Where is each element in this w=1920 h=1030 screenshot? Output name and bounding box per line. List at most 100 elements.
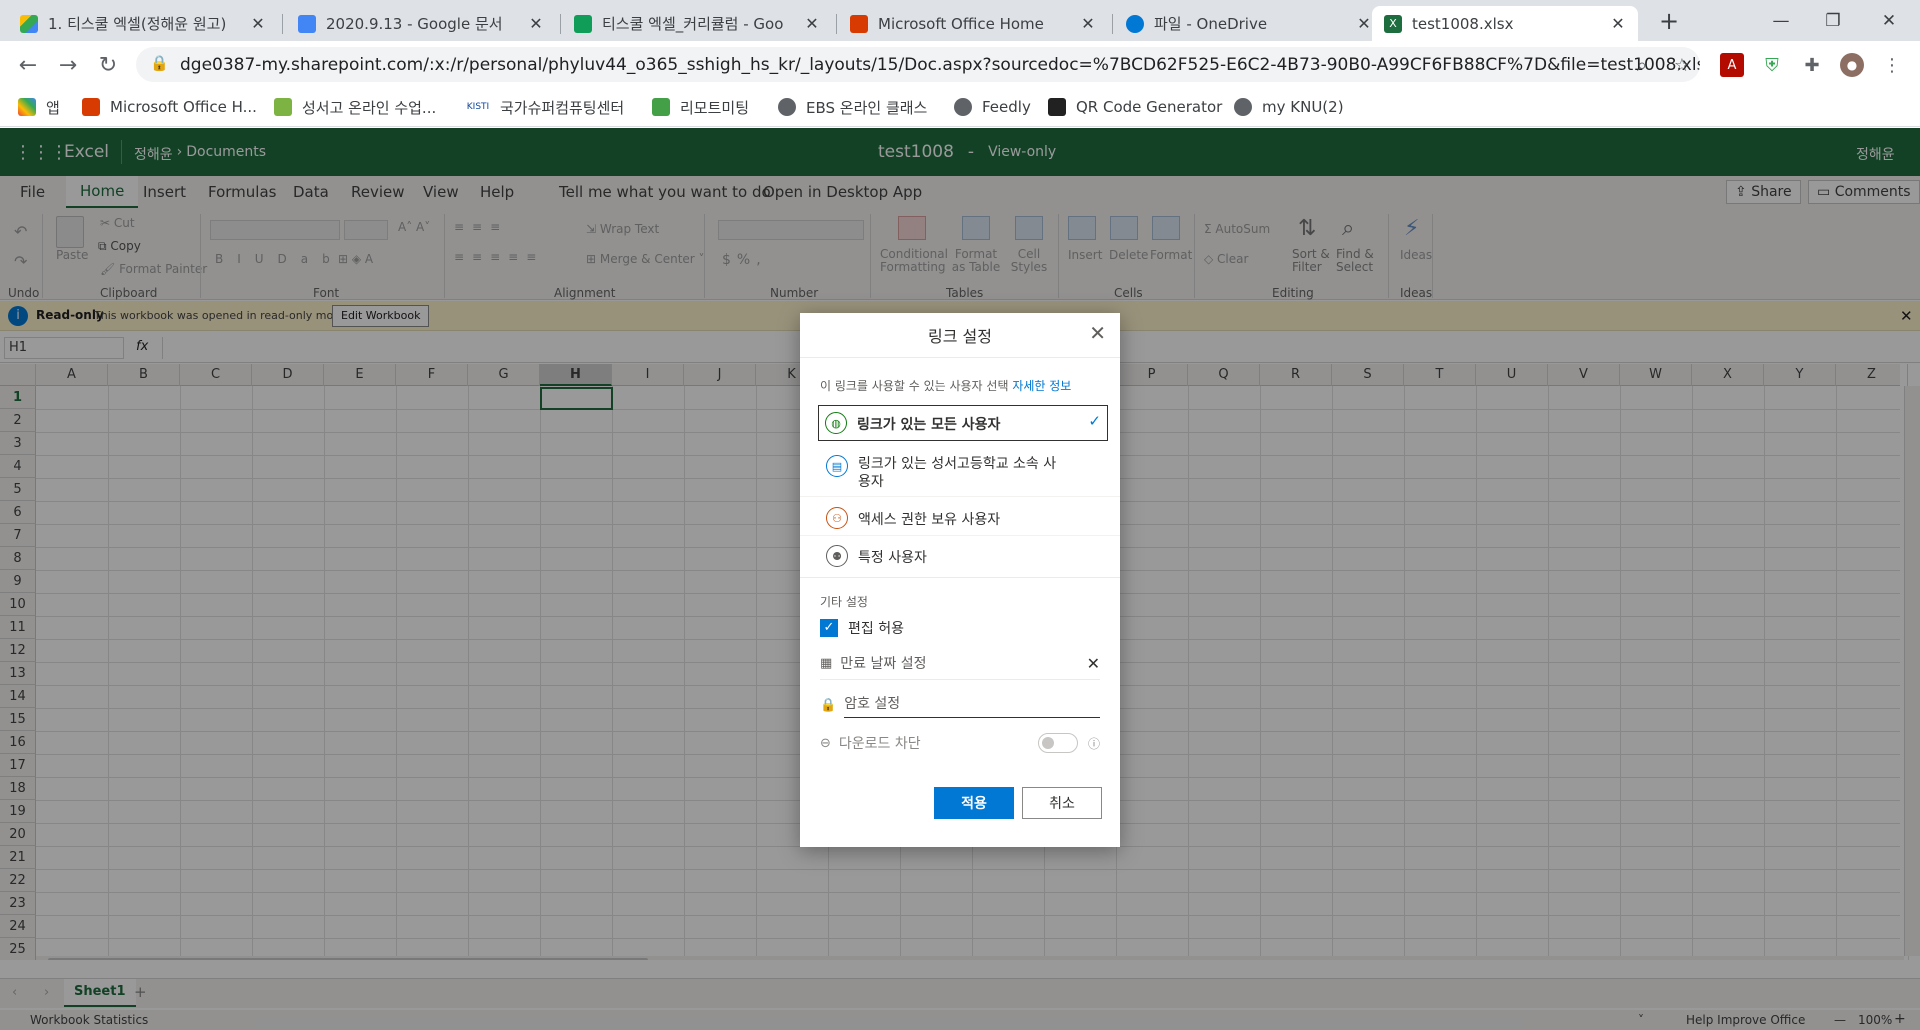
lock-icon: 🔒	[820, 698, 837, 713]
prompt-text: 이 링크를 사용할 수 있는 사용자 선택	[820, 379, 1009, 393]
url-field[interactable]: 🔒 dge0387-my.sharepoint.com/:x:/r/person…	[136, 47, 1700, 82]
apps-icon	[18, 98, 36, 116]
excel-icon: X	[1384, 14, 1402, 33]
bookmark-label: EBS 온라인 클래스	[806, 98, 928, 117]
password-row: 🔒 암호 설정	[820, 693, 1100, 718]
checkbox-checked-icon: ✓	[820, 619, 838, 637]
avatar[interactable]: ●	[1840, 53, 1864, 77]
globe-icon	[954, 98, 972, 116]
bookmark-remote[interactable]: 리모트미팅	[652, 94, 749, 120]
allow-edit-label: 편집 허용	[848, 621, 904, 637]
cancel-button[interactable]: 취소	[1022, 787, 1102, 819]
bookmark-label: 앱	[46, 98, 60, 117]
browser-tab[interactable]: 2020.9.13 - Google 문서 ✕	[286, 6, 556, 41]
menu-icon[interactable]: ⋮	[1880, 53, 1904, 77]
tab-title: 티스쿨 엑셀_커리큘럼 - Goo	[602, 15, 784, 33]
learn-more-link[interactable]: 자세한 정보	[1012, 379, 1071, 393]
kisti-icon: KISTI	[466, 98, 490, 116]
browser-tab[interactable]: 티스쿨 엑셀_커리큘럼 - Goo ✕	[562, 6, 832, 41]
bookmark-sungseo[interactable]: 성서고 온라인 수업...	[274, 94, 436, 120]
clear-date-icon[interactable]: ✕	[1087, 654, 1100, 673]
close-icon[interactable]: ✕	[250, 14, 266, 33]
close-icon[interactable]: ✕	[1089, 321, 1106, 345]
url-text: dge0387-my.sharepoint.com/:x:/r/personal…	[180, 54, 1700, 75]
close-icon[interactable]: ✕	[528, 14, 544, 33]
tab-title: 1. 티스쿨 엑셀(정해윤 원고)	[48, 15, 227, 33]
browser-tab[interactable]: 1. 티스쿨 엑셀(정해윤 원고) ✕	[8, 6, 278, 41]
other-settings-label: 기타 설정	[820, 595, 868, 609]
bookmark-label: 국가슈퍼컴퓨팅센터	[500, 98, 625, 117]
bookmark-label: 성서고 온라인 수업...	[302, 98, 437, 117]
star-icon[interactable]: ☆	[1670, 53, 1694, 77]
info-icon[interactable]: ⓘ	[1088, 735, 1100, 752]
block-download-label: 다운로드 차단	[838, 736, 921, 752]
close-icon[interactable]: ✕	[804, 14, 820, 33]
browser-tab-bar: 1. 티스쿨 엑셀(정해윤 원고) ✕ 2020.9.13 - Google 문…	[0, 0, 1920, 41]
dialog-title: 링크 설정	[928, 327, 992, 346]
shield-icon[interactable]: ⛨	[1760, 53, 1784, 77]
calendar-icon: ▦	[820, 655, 833, 671]
office-icon	[850, 14, 868, 33]
expiry-date-field[interactable]: ▦ 만료 날짜 설정 ✕	[820, 653, 1100, 680]
close-icon[interactable]: ✕	[1356, 14, 1372, 33]
globe-icon: ◍	[825, 412, 847, 434]
person-icon: ⚉	[826, 545, 848, 567]
globe-icon	[1234, 98, 1252, 116]
block-download-toggle[interactable]	[1037, 733, 1078, 753]
google-sheets-icon	[574, 14, 592, 33]
option-specific-people[interactable]: ⚉ 특정 사용자	[820, 539, 1108, 573]
tab-title: 파일 - OneDrive	[1154, 15, 1268, 33]
restore-button[interactable]: ❐	[1808, 0, 1858, 41]
browser-tab-active[interactable]: X test1008.xlsx ✕	[1372, 6, 1638, 41]
link-settings-dialog: 링크 설정 ✕ 이 링크를 사용할 수 있는 사용자 선택 자세한 정보 ◍ 링…	[800, 313, 1120, 847]
onedrive-icon	[1126, 14, 1144, 33]
option-existing-access[interactable]: ⚇ 액세스 권한 보유 사용자	[820, 501, 1108, 535]
google-docs-icon	[298, 14, 316, 33]
zoom-icon[interactable]: ⌕	[1630, 53, 1654, 77]
bookmark-kisti[interactable]: KISTI 국가슈퍼컴퓨팅센터	[466, 94, 624, 120]
close-icon[interactable]: ✕	[1080, 14, 1096, 33]
allow-edit-checkbox[interactable]: ✓ 편집 허용	[820, 618, 904, 638]
address-bar: ← → ↻ 🔒 dge0387-my.sharepoint.com/:x:/r/…	[0, 41, 1920, 88]
forward-icon[interactable]: →	[52, 49, 84, 81]
building-icon: ▤	[826, 455, 848, 477]
reload-icon[interactable]: ↻	[92, 49, 124, 81]
option-label: 액세스 권한 보유 사용자	[858, 512, 1001, 528]
lock-icon: 🔒	[150, 54, 169, 72]
bookmark-apps[interactable]: 앱	[18, 94, 60, 120]
remote-meeting-icon	[652, 98, 670, 116]
bookmark-qr[interactable]: QR Code Generator	[1048, 94, 1222, 120]
acrobat-icon[interactable]: A	[1720, 53, 1744, 77]
expiry-label: 만료 날짜 설정	[840, 656, 927, 672]
bookmark-ebs[interactable]: EBS 온라인 클래스	[778, 94, 927, 120]
bookmark-label: Feedly	[982, 98, 1031, 116]
browser-tab[interactable]: Microsoft Office Home ✕	[838, 6, 1108, 41]
back-icon[interactable]: ←	[12, 49, 44, 81]
bookmark-feedly[interactable]: Feedly	[954, 94, 1031, 120]
bookmark-label: 리모트미팅	[680, 98, 750, 117]
close-window-button[interactable]: ✕	[1864, 0, 1914, 41]
close-icon[interactable]: ✕	[1610, 14, 1626, 33]
password-field[interactable]: 암호 설정	[844, 693, 1100, 718]
option-label: 링크가 있는 성서고등학교 소속 사용자	[858, 456, 1057, 490]
office-icon	[82, 98, 100, 116]
browser-tab[interactable]: 파일 - OneDrive ✕	[1114, 6, 1384, 41]
tab-title: 2020.9.13 - Google 문서	[326, 15, 503, 33]
bookmark-office[interactable]: Microsoft Office H...	[82, 94, 257, 120]
bookmark-label: QR Code Generator	[1076, 98, 1223, 116]
block-icon: ⊖	[820, 735, 831, 751]
extensions-icon[interactable]: ✚	[1800, 53, 1824, 77]
globe-icon	[778, 98, 796, 116]
qr-icon	[1048, 98, 1066, 116]
apply-button[interactable]: 적용	[934, 787, 1014, 819]
tab-title: Microsoft Office Home	[878, 14, 1044, 33]
option-organization[interactable]: ▤ 링크가 있는 성서고등학교 소속 사용자	[820, 449, 1108, 497]
minimize-button[interactable]: —	[1756, 0, 1806, 41]
option-anyone[interactable]: ◍ 링크가 있는 모든 사용자 ✓	[818, 405, 1108, 441]
new-tab-button[interactable]: +	[1644, 0, 1694, 41]
tab-title: test1008.xlsx	[1412, 14, 1514, 33]
block-download-row: ⊖ 다운로드 차단 ⓘ	[820, 733, 1100, 753]
google-drive-icon	[20, 14, 38, 33]
option-label: 특정 사용자	[858, 550, 927, 566]
bookmark-knu[interactable]: my KNU(2)	[1234, 94, 1344, 120]
